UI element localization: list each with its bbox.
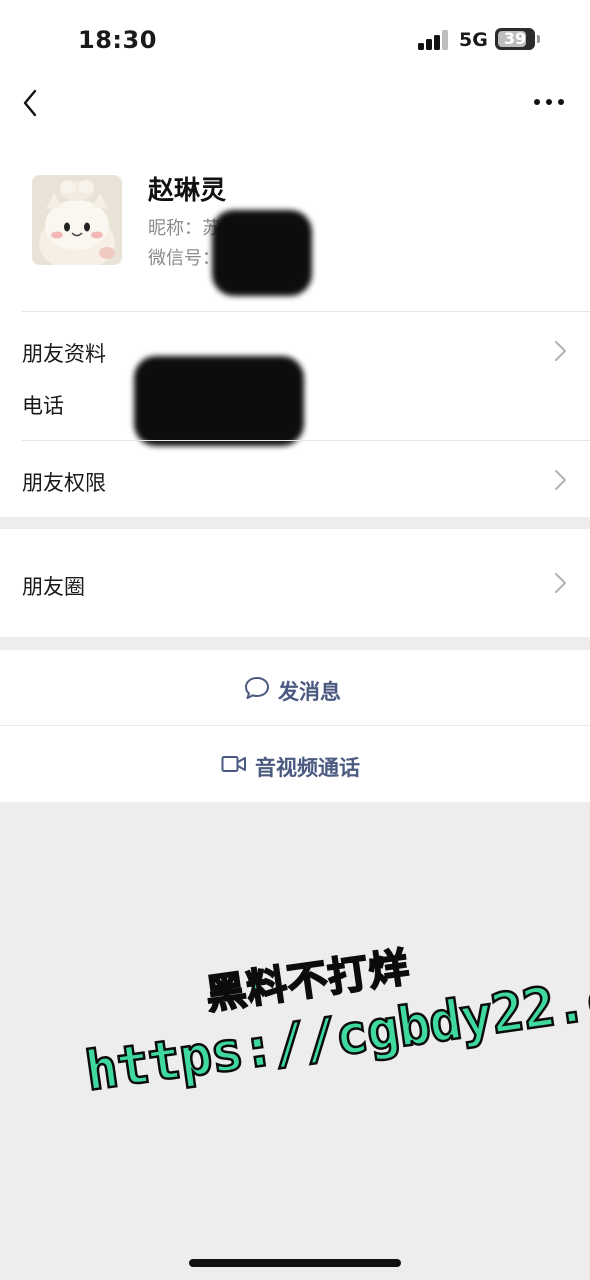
battery-icon: 39 [495,28,535,50]
friend-permissions-row[interactable]: 朋友权限 [0,441,590,517]
chevron-right-icon [555,470,566,490]
network-type: 5G [459,29,488,51]
avatar-image [32,175,122,265]
friend-permissions-label: 朋友权限 [22,471,106,495]
redaction-mark [134,356,304,446]
info-section: 朋友资料 电话 15726945332 朋友权限 [0,312,590,517]
signal-strength-icon [418,30,450,50]
more-dots-icon[interactable] [533,95,565,109]
battery-level-text: 39 [503,29,527,48]
send-message-button[interactable]: 发消息 [0,650,590,726]
chevron-left-icon[interactable] [18,88,48,118]
chevron-right-icon [555,573,566,593]
chat-bubble-icon [245,677,269,699]
contact-name: 赵琳灵 [148,176,227,206]
battery-tip [537,35,540,43]
moments-label: 朋友圈 [22,575,85,599]
nav-bar [0,78,590,148]
chevron-right-icon [555,341,566,361]
av-call-button[interactable]: 音视频通话 [0,726,590,802]
video-camera-icon [221,756,246,772]
send-message-label: 发消息 [278,680,341,704]
status-time: 18:30 [78,26,157,54]
profile-header: 赵琳灵 昵称：苏扌 微信号：Z [0,148,590,312]
watermark: 黑料不打烊 https://cgbdy22.com [51,897,590,1132]
status-bar: 18:30 5G 39 [0,0,590,78]
av-call-label: 音视频通话 [255,756,360,780]
friend-profile-label: 朋友资料 [22,342,106,366]
moments-row[interactable]: 朋友圈 [0,529,590,637]
avatar[interactable] [32,175,122,265]
redaction-mark [212,210,312,296]
home-indicator[interactable] [189,1259,401,1267]
phone-label: 电话 [22,394,64,418]
action-section: 发消息 音视频通话 [0,650,590,802]
